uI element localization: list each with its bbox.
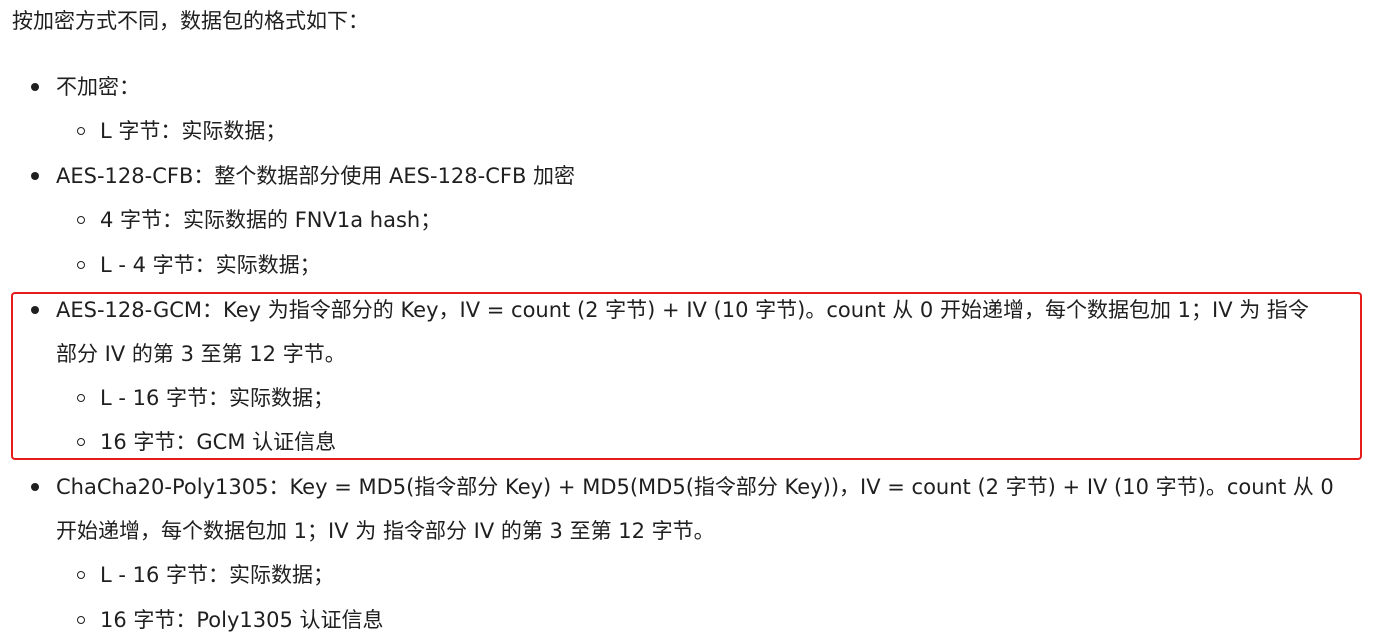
sub-list-bullet (77, 571, 85, 579)
sub-list-item: L 字节：实际数据； (100, 119, 287, 143)
list-item-aes-cfb: AES-128-CFB：整个数据部分使用 AES-128-CFB 加密 (56, 164, 576, 188)
sub-list-bullet (77, 216, 85, 224)
sub-list-bullet (77, 394, 85, 402)
sub-list-item: 16 字节：GCM 认证信息 (100, 430, 337, 454)
list-bullet (31, 83, 39, 91)
list-bullet (31, 172, 39, 180)
list-item-aes-gcm: AES-128-GCM：Key 为指令部分的 Key，IV = count (2… (56, 298, 1309, 322)
list-item-chacha20: ChaCha20-Poly1305：Key = MD5(指令部分 Key) + … (56, 475, 1334, 499)
sub-list-bullet (77, 127, 85, 135)
list-item-aes-gcm-continued: 部分 IV 的第 3 至第 12 字节。 (56, 342, 346, 366)
list-bullet (31, 306, 39, 314)
sub-list-item: 4 字节：实际数据的 FNV1a hash； (100, 208, 442, 232)
list-item-no-encryption: 不加密： (56, 75, 140, 99)
list-bullet (31, 483, 39, 491)
sub-list-bullet (77, 616, 85, 624)
sub-list-item: L - 4 字节：实际数据； (100, 253, 321, 277)
sub-list-item: 16 字节：Poly1305 认证信息 (100, 608, 384, 632)
sub-list-item: L - 16 字节：实际数据； (100, 386, 335, 410)
sub-list-item: L - 16 字节：实际数据； (100, 563, 335, 587)
sub-list-bullet (77, 438, 85, 446)
sub-list-bullet (77, 261, 85, 269)
intro-paragraph: 按加密方式不同，数据包的格式如下： (12, 9, 369, 33)
list-item-chacha20-continued: 开始递增，每个数据包加 1；IV 为 指令部分 IV 的第 3 至第 12 字节… (56, 519, 715, 543)
